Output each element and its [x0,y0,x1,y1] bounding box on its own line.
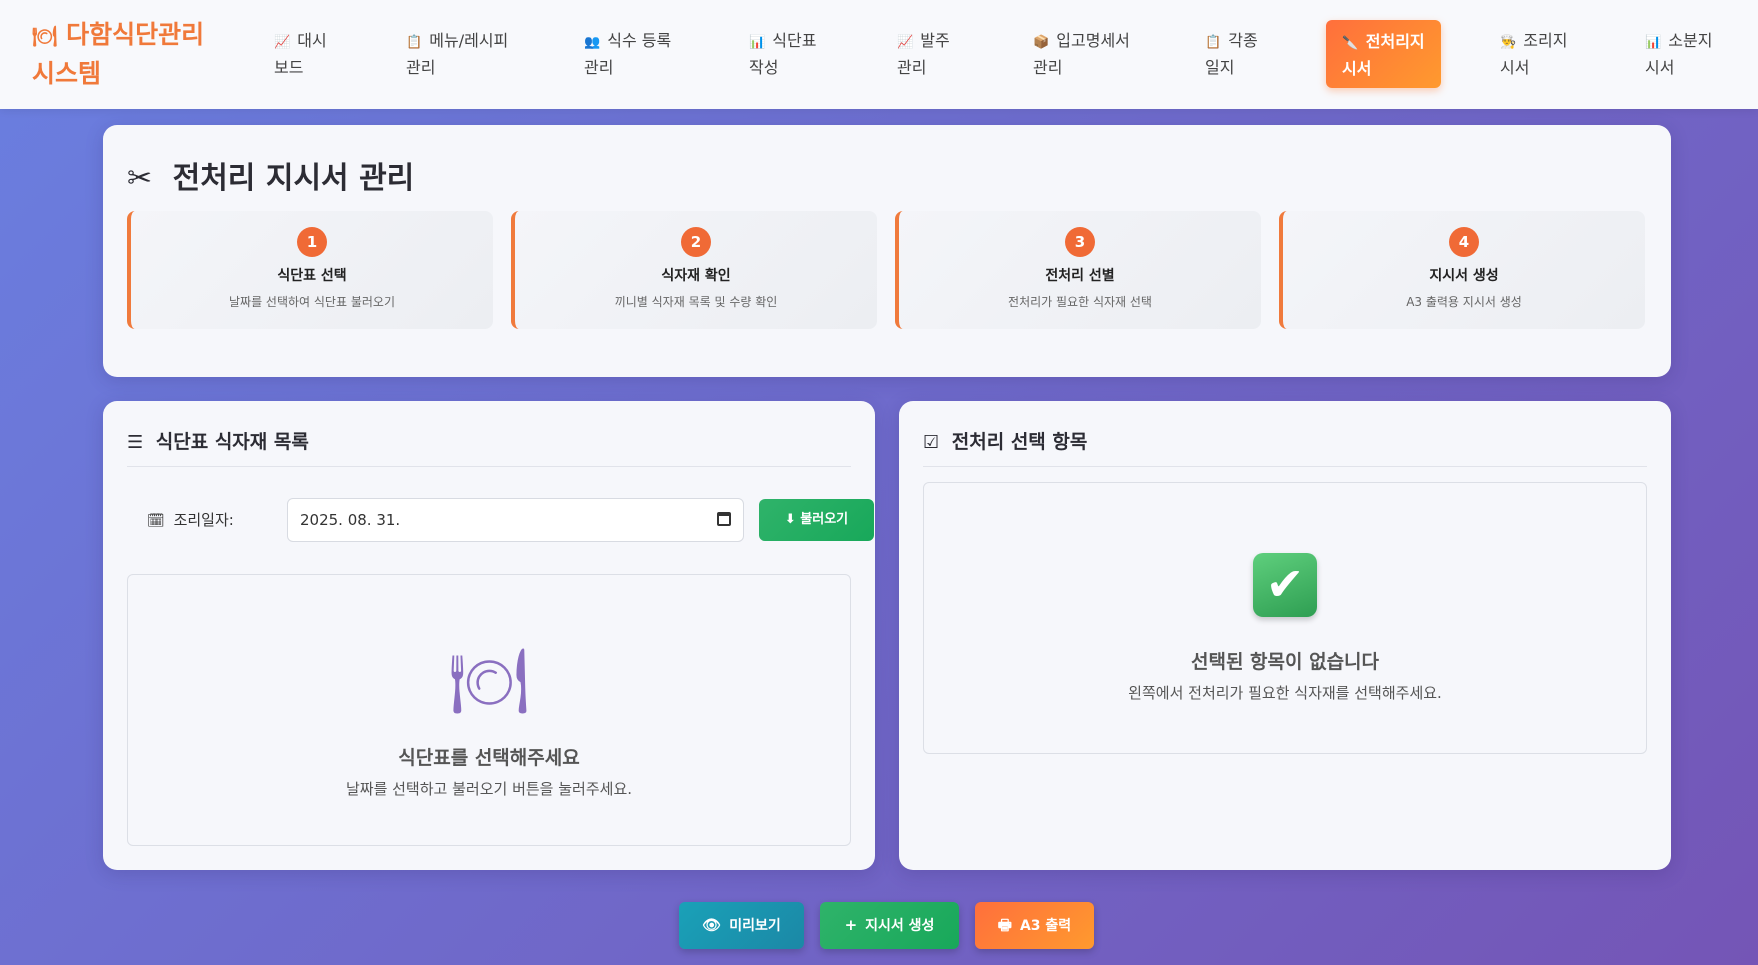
calendar-icon: 🗓 [147,513,165,529]
ingredient-list-panel: ☰ 식단표 식자재 목록 🗓 조리일자: 2025. 08. 31. ⬇ 불러오… [103,401,875,870]
nav-item-dashboard[interactable]: 📈 대시 보드 [274,20,327,88]
nav-item-menu-recipe[interactable]: 📋 메뉴/레시피 관리 [406,20,508,88]
nav-item-logs[interactable]: 📋 각종 일지 [1205,20,1258,88]
button-label: 미리보기 [729,918,781,934]
nav-label: 작성 [749,58,779,77]
page-title: ✂ 전처리 지시서 관리 [127,153,414,197]
eye-icon: 👁 [702,916,722,934]
clipboard-icon: 📋 [1205,35,1222,50]
brand-name-line1: 다함식단관리 [66,20,205,49]
package-icon: 📦 [1033,35,1050,50]
nav-label: 보드 [274,58,304,77]
nav-label: 발주 [920,31,950,50]
step-title: 식자재 확인 [661,268,731,284]
step-number: 4 [1449,227,1479,257]
step-title: 전처리 선별 [1045,268,1115,284]
a3-print-button[interactable]: 🖶 A3 출력 [975,902,1094,949]
page-title-text: 전처리 지시서 관리 [172,161,415,196]
selection-empty-state: ✔ 선택된 항목이 없습니다 왼쪽에서 전처리가 필요한 식자재를 선택해주세요… [923,482,1647,754]
checkbox-icon: ☑ [923,432,940,453]
app-brand[interactable]: 🍽 다함식단관리 시스템 [32,16,232,92]
step-description: 끼니별 식자재 목록 및 수량 확인 [614,295,778,309]
chart-up-icon: 📈 [274,35,291,50]
step-description: 날짜를 선택하여 식단표 불러오기 [228,295,395,309]
knife-icon: 🔪 [1342,36,1359,51]
date-value: 2025. 08. 31. [300,511,401,529]
nav-label: 관리 [584,58,614,77]
nav-item-cooking[interactable]: 👨‍🍳 조리지 시서 [1500,20,1567,88]
step-number: 2 [681,227,711,257]
calendar-picker-icon[interactable] [717,512,731,526]
step-number: 1 [297,227,327,257]
nav-label: 시서 [1645,58,1675,77]
nav-label: 시서 [1500,58,1530,77]
panel-title: 전처리 선택 항목 [951,431,1088,453]
nav-label: 식수 등록 [607,31,672,50]
step-number: 3 [1065,227,1095,257]
plate-cutlery-icon: 🍽 [448,645,530,719]
nav-label: 식단표 [772,31,817,50]
button-label: A3 출력 [1019,918,1072,934]
bar-chart-icon: 📊 [749,35,766,50]
nav-label: 일지 [1205,58,1235,77]
nav-label: 입고명세서 [1056,31,1130,50]
cook-icon: 👨‍🍳 [1500,35,1517,50]
people-icon: 👥 [584,35,601,50]
scissors-icon: ✂ [127,161,153,196]
clipboard-icon: 📋 [406,35,423,50]
panel-title: 식단표 식자재 목록 [155,431,309,453]
load-button[interactable]: ⬇ 불러오기 [759,499,874,541]
nav-item-receiving[interactable]: 📦 입고명세서 관리 [1033,20,1130,88]
step-card: 1 식단표 선택 날짜를 선택하여 식단표 불러오기 [127,211,493,329]
ingredient-empty-state: 🍽 식단표를 선택해주세요 날짜를 선택하고 불러오기 버튼을 눌러주세요. [127,574,851,846]
step-card: 4 지시서 생성 A3 출력용 지시서 생성 [1279,211,1645,329]
panel-header: ☰ 식단표 식자재 목록 [127,427,851,467]
empty-state-title: 선택된 항목이 없습니다 [1190,651,1380,673]
step-card: 3 전처리 선별 전처리가 필요한 식자재 선택 [895,211,1261,329]
generate-instruction-button[interactable]: + 지시서 생성 [820,902,959,949]
nav-item-preprocessing[interactable]: 🔪 전처리지 시서 [1326,20,1441,88]
check-mark-icon: ✔ [1253,553,1317,617]
plus-icon: + [844,916,858,934]
nav-label: 관리 [1033,58,1063,77]
nav-item-meal-count[interactable]: 👥 식수 등록 관리 [584,20,671,88]
panel-header: ☑ 전처리 선택 항목 [923,427,1647,467]
step-card: 2 식자재 확인 끼니별 식자재 목록 및 수량 확인 [511,211,877,329]
nav-label: 소분지 [1668,31,1713,50]
top-navigation-bar: 🍽 다함식단관리 시스템 📈 대시 보드 📋 메뉴/레시피 관리 👥 식수 등록… [0,0,1758,109]
nav-item-order[interactable]: 📈 발주 관리 [897,20,950,88]
nav-item-portioning[interactable]: 📊 소분지 시서 [1645,20,1712,88]
brand-name-line2: 시스템 [32,59,102,88]
list-icon: ☰ [127,432,144,453]
nav-label: 각종 [1228,31,1258,50]
step-title: 식단표 선택 [277,268,347,284]
selected-items-panel: ☑ 전처리 선택 항목 ✔ 선택된 항목이 없습니다 왼쪽에서 전처리가 필요한… [899,401,1671,870]
step-title: 지시서 생성 [1429,268,1499,284]
preview-button[interactable]: 👁 미리보기 [679,902,804,949]
printer-icon: 🖶 [997,916,1012,934]
chart-up-icon: 📈 [897,35,914,50]
bar-chart-icon: 📊 [1645,35,1662,50]
empty-state-description: 날짜를 선택하고 불러오기 버튼을 눌러주세요. [345,780,633,798]
nav-label: 대시 [297,31,327,50]
empty-state-title: 식단표를 선택해주세요 [398,747,580,769]
nav-label: 관리 [897,58,927,77]
empty-state-description: 왼쪽에서 전처리가 필요한 식자재를 선택해주세요. [1128,684,1442,702]
nav-label: 전처리지 [1365,32,1425,51]
workflow-card: ✂ 전처리 지시서 관리 1 식단표 선택 날짜를 선택하여 식단표 불러오기 … [103,125,1671,377]
date-selector-row: 🗓 조리일자: 2025. 08. 31. ⬇ 불러오기 [143,498,874,542]
dish-icon: 🍽 [32,24,58,48]
nav-label: 관리 [406,58,436,77]
step-description: 전처리가 필요한 식자재 선택 [1008,295,1152,309]
nav-label: 조리지 [1523,31,1568,50]
button-label: 지시서 생성 [865,918,935,934]
date-label: 🗓 조리일자: [147,509,234,530]
date-label-text: 조리일자: [173,511,234,529]
nav-item-meal-plan[interactable]: 📊 식단표 작성 [749,20,816,88]
nav-label: 메뉴/레시피 [429,31,509,50]
cooking-date-input[interactable]: 2025. 08. 31. [287,498,744,542]
step-description: A3 출력용 지시서 생성 [1406,295,1522,309]
nav-label: 시서 [1342,59,1372,78]
